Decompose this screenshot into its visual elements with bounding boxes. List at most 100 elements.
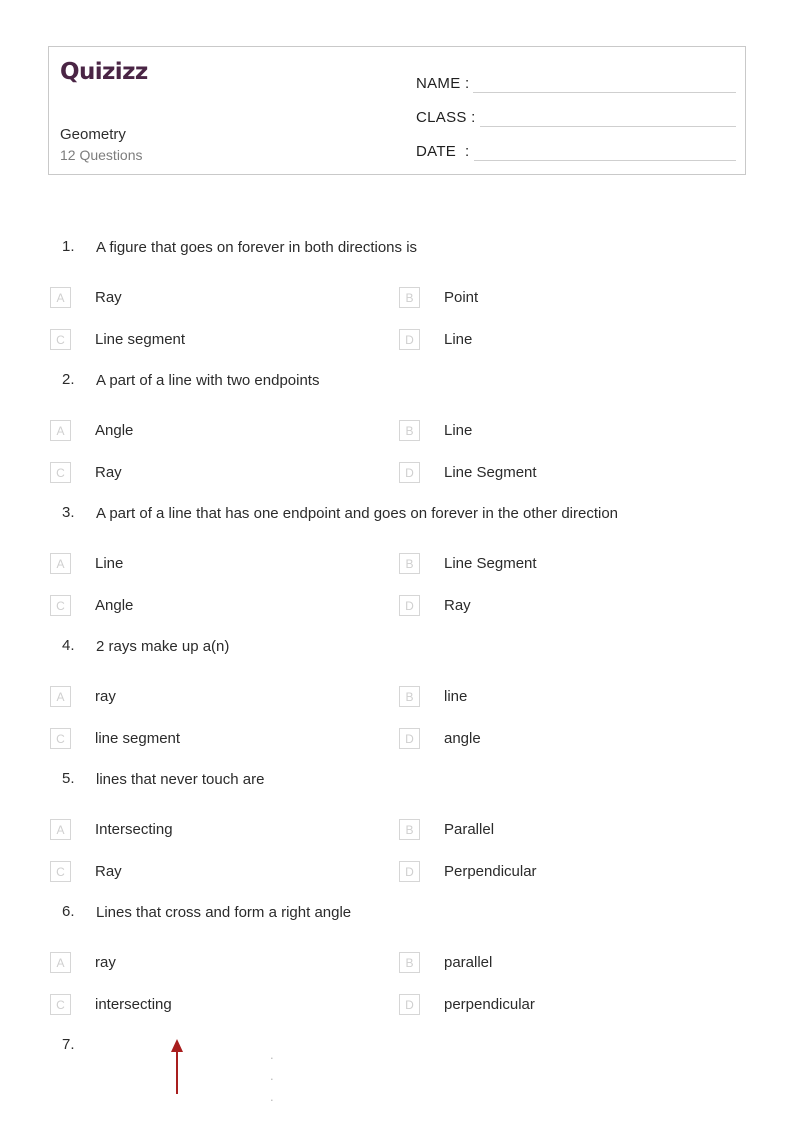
answer-option-letter-box[interactable]: B — [399, 287, 420, 308]
answer-option[interactable]: A Ray — [50, 287, 122, 308]
answer-option-letter-box[interactable]: B — [399, 819, 420, 840]
answer-option-letter-box[interactable]: A — [50, 686, 71, 707]
question-number: 7. — [62, 1036, 75, 1053]
answer-option[interactable]: D Line Segment — [399, 462, 537, 483]
answer-option[interactable]: B Parallel — [399, 819, 494, 840]
answer-option-letter-box[interactable]: C — [50, 728, 71, 749]
date-field-label: DATE : — [416, 143, 470, 160]
question-number: 1. — [62, 238, 75, 255]
name-field-label: NAME : — [416, 75, 470, 92]
answer-option[interactable]: Aray — [50, 952, 116, 973]
answer-option[interactable]: Dangle — [399, 728, 481, 749]
class-field-input[interactable] — [479, 109, 736, 127]
answer-option[interactable]: A Line — [50, 553, 123, 574]
answer-option-label: Line — [95, 555, 124, 572]
answer-option-row: C Ray D Perpendicular — [0, 861, 794, 903]
question-number: 5. — [62, 770, 75, 787]
answer-option-letter-box[interactable]: C — [50, 595, 71, 616]
question-text: A part of a line that has one endpoint a… — [96, 505, 619, 522]
answer-option-label: Line — [444, 422, 473, 439]
answer-option-label: Ray — [95, 863, 122, 880]
up-arrow-icon — [168, 1038, 186, 1094]
answer-option-label: Perpendicular — [444, 863, 537, 880]
answer-option-letter-box[interactable]: B — [399, 553, 420, 574]
answer-option-row: C Angle D Ray — [0, 595, 794, 637]
answer-option-label: angle — [444, 730, 481, 747]
answer-option[interactable]: Bline — [399, 686, 467, 707]
answer-option[interactable]: Bparallel — [399, 952, 492, 973]
question-block: 5. lines that never touch are A Intersectin… — [0, 770, 794, 903]
answer-option-letter-box[interactable]: C — [50, 329, 71, 350]
question-block: 2. A part of a line with two endpoints A An… — [0, 371, 794, 504]
answer-option-letter-box[interactable]: D — [399, 595, 420, 616]
answer-option-label: ray — [95, 954, 116, 971]
class-field-label: CLASS : — [416, 109, 476, 126]
answer-option-letter-box[interactable]: A — [50, 819, 71, 840]
answer-option[interactable]: Cline segment — [50, 728, 180, 749]
date-field-row: DATE : — [416, 139, 736, 161]
answer-option[interactable]: D Perpendicular — [399, 861, 537, 882]
answer-options: A Ray B Point C Line segment D Line — [0, 287, 794, 371]
question-header: 1. A figure that goes on forever in both … — [0, 238, 794, 266]
name-field-input[interactable] — [473, 75, 736, 93]
answer-option[interactable]: B Line — [399, 420, 472, 441]
answer-option-label: Parallel — [444, 821, 495, 838]
question-count-label: 12 Questions — [60, 147, 143, 163]
answer-option[interactable]: A Angle — [50, 420, 133, 441]
answer-option-letter-box[interactable]: D — [399, 329, 420, 350]
answer-option-letter-box[interactable]: B — [399, 420, 420, 441]
question-number: 2. — [62, 371, 75, 388]
answer-option-letter-box[interactable]: A — [50, 287, 71, 308]
answer-options: A Angle B Line C Ray D Line Segment — [0, 420, 794, 504]
answer-option[interactable]: A Intersecting — [50, 819, 173, 840]
answer-option[interactable]: Dperpendicular — [399, 994, 535, 1015]
answer-option-label: Line — [444, 331, 473, 348]
answer-option-label: parallel — [444, 954, 493, 971]
answer-options: Aray Bparallel Cintersecting Dperpendicular — [0, 952, 794, 1036]
answer-option-letter-box[interactable]: A — [50, 952, 71, 973]
class-field-row: CLASS : — [416, 105, 736, 127]
answer-option-letter-box[interactable]: C — [50, 994, 71, 1015]
answer-options: Aray Bline Cline segment Dangle — [0, 686, 794, 770]
answer-option[interactable]: D Line — [399, 329, 472, 350]
answer-option-label: ray — [95, 688, 116, 705]
answer-option-label: Angle — [95, 597, 134, 614]
answer-option-row: Cintersecting Dperpendicular — [0, 994, 794, 1036]
answer-option-row: C Line segment D Line — [0, 329, 794, 371]
answer-option[interactable]: B Line Segment — [399, 553, 537, 574]
answer-option[interactable]: C Line segment — [50, 329, 185, 350]
answer-option-label: intersecting — [95, 996, 172, 1013]
answer-option-letter-box[interactable]: D — [399, 861, 420, 882]
question-number: 6. — [62, 903, 75, 920]
figure-dot: . — [270, 1047, 274, 1062]
figure-dot: . — [270, 1089, 274, 1104]
figure-dot: . — [270, 1068, 274, 1083]
answer-option-label: Ray — [444, 597, 471, 614]
answer-option[interactable]: C Ray — [50, 462, 122, 483]
answer-option-letter-box[interactable]: D — [399, 728, 420, 749]
answer-option[interactable]: B Point — [399, 287, 478, 308]
question-text: A part of a line with two endpoints — [96, 372, 320, 389]
quizizz-logo-text: Quizizz — [60, 59, 148, 85]
answer-option-letter-box[interactable]: B — [399, 686, 420, 707]
question-header: 3. A part of a line that has one endpoint… — [0, 504, 794, 532]
answer-option[interactable]: C Ray — [50, 861, 122, 882]
answer-option-letter-box[interactable]: D — [399, 462, 420, 483]
question-header: 7.... — [0, 1036, 794, 1104]
answer-option[interactable]: Aray — [50, 686, 116, 707]
answer-option-letter-box[interactable]: C — [50, 462, 71, 483]
date-field-input[interactable] — [473, 143, 736, 161]
answer-option-letter-box[interactable]: A — [50, 553, 71, 574]
answer-option-row: A Angle B Line — [0, 420, 794, 462]
answer-option-letter-box[interactable]: A — [50, 420, 71, 441]
question-header: 6. Lines that cross and form a right angl… — [0, 903, 794, 931]
answer-option[interactable]: C Angle — [50, 595, 133, 616]
answer-option-letter-box[interactable]: C — [50, 861, 71, 882]
answer-option-row: Cline segment Dangle — [0, 728, 794, 770]
name-field-row: NAME : — [416, 71, 736, 93]
answer-option-letter-box[interactable]: D — [399, 994, 420, 1015]
answer-option[interactable]: D Ray — [399, 595, 471, 616]
answer-option[interactable]: Cintersecting — [50, 994, 172, 1015]
answer-option-letter-box[interactable]: B — [399, 952, 420, 973]
answer-options: A Intersecting B Parallel C Ray D Perpendicular — [0, 819, 794, 903]
